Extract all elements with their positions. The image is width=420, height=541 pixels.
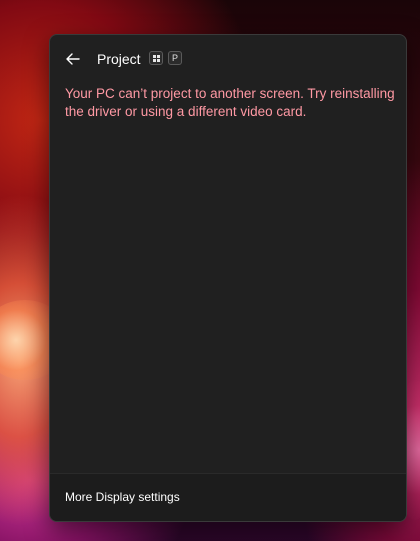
shortcut-key-letter: P xyxy=(168,51,182,65)
arrow-left-icon xyxy=(66,53,80,65)
more-display-settings-link[interactable]: More Display settings xyxy=(65,489,180,505)
flyout-header: Project P xyxy=(50,35,406,83)
page-title: Project xyxy=(97,51,141,67)
project-flyout: Project P Your PC can’t project to anoth… xyxy=(49,34,407,522)
error-message: Your PC can’t project to another screen.… xyxy=(65,86,395,119)
windows-logo-icon xyxy=(152,54,160,62)
flyout-footer: More Display settings xyxy=(50,473,406,521)
shortcut-key-windows xyxy=(149,51,163,65)
back-button[interactable] xyxy=(60,47,86,71)
